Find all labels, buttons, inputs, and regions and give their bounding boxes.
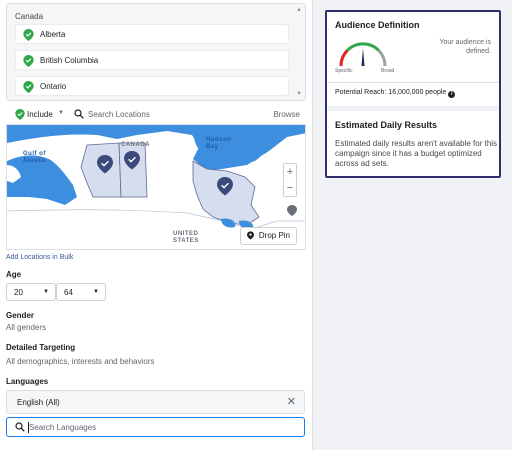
location-list: Canada ▲ Alberta British Columbia Ontari… bbox=[6, 3, 306, 101]
location-item-label: Alberta bbox=[40, 30, 66, 39]
detailed-targeting-label: Detailed Targeting bbox=[6, 343, 76, 352]
search-languages-field[interactable] bbox=[6, 417, 305, 437]
potential-reach-text: Potential Reach: 16,000,000 people bbox=[335, 89, 447, 96]
scroll-down-icon[interactable]: ▼ bbox=[296, 91, 302, 97]
caret-down-icon: ▼ bbox=[43, 289, 49, 295]
audience-definition-title: Audience Definition bbox=[335, 20, 420, 30]
map-label-gulf-of-alaska: Gulf of Alaska bbox=[23, 151, 46, 164]
map-label-hudson-bay: Hudson Bay bbox=[206, 137, 232, 150]
estimated-results-text: Estimated daily results aren't available… bbox=[335, 139, 498, 168]
gauge-label-specific: Specific bbox=[335, 68, 353, 74]
age-max-value: 64 bbox=[64, 288, 73, 297]
map-zoom-control: + − bbox=[283, 163, 297, 197]
search-locations-input[interactable]: Search Locations bbox=[88, 110, 150, 119]
location-pin-icon bbox=[15, 109, 25, 120]
detailed-targeting-value[interactable]: All demographics, interests and behavior… bbox=[6, 357, 155, 366]
gender-value[interactable]: All genders bbox=[6, 323, 46, 332]
location-search-row: Include ▼ Search Locations Browse bbox=[6, 104, 306, 124]
browse-button[interactable]: Browse bbox=[273, 110, 300, 119]
map-label-canada: CANADA bbox=[121, 142, 150, 148]
location-item-label: British Columbia bbox=[40, 56, 99, 65]
location-item-ontario[interactable]: Ontario bbox=[15, 76, 289, 96]
age-label: Age bbox=[6, 270, 22, 279]
summary-panel: Audience Definition Specific Broad Your … bbox=[312, 0, 512, 450]
age-min-value: 20 bbox=[14, 288, 23, 297]
age-max-select[interactable]: 64 ▼ bbox=[56, 283, 106, 301]
location-map[interactable]: Hudson Bay CANADA Gulf of Alaska UNITED … bbox=[6, 124, 306, 250]
selected-language: English (All) ✕ bbox=[6, 390, 305, 414]
location-pin-icon bbox=[23, 55, 34, 67]
search-icon bbox=[15, 422, 25, 432]
close-icon[interactable]: ✕ bbox=[287, 395, 296, 408]
include-dropdown[interactable]: Include bbox=[27, 110, 53, 119]
info-icon[interactable]: i bbox=[448, 91, 456, 98]
search-icon bbox=[74, 109, 84, 119]
country-label: Canada bbox=[15, 12, 44, 21]
estimated-results-title: Estimated Daily Results bbox=[335, 120, 438, 130]
map-label-united-states: UNITED STATES bbox=[173, 231, 199, 244]
search-languages-input[interactable] bbox=[29, 421, 289, 434]
audience-message: Your audience is defined. bbox=[439, 39, 491, 55]
location-item-label: Ontario bbox=[40, 82, 67, 91]
age-min-select[interactable]: 20 ▼ bbox=[6, 283, 56, 301]
gauge-label-broad: Broad bbox=[381, 68, 395, 74]
divider bbox=[327, 82, 499, 83]
location-pin-icon bbox=[23, 81, 34, 93]
drop-pin-label: Drop Pin bbox=[258, 231, 290, 240]
gender-label: Gender bbox=[6, 311, 35, 320]
add-locations-bulk-link[interactable]: Add Locations in Bulk bbox=[6, 254, 73, 261]
caret-down-icon[interactable]: ▼ bbox=[58, 110, 64, 116]
potential-reach: Potential Reach: 16,000,000 people i bbox=[335, 89, 456, 98]
audience-gauge bbox=[339, 42, 387, 67]
zoom-in-button[interactable]: + bbox=[284, 164, 296, 180]
location-pin-icon bbox=[23, 29, 34, 41]
selected-language-label: English (All) bbox=[17, 398, 60, 407]
location-item-british-columbia[interactable]: British Columbia bbox=[15, 50, 289, 70]
caret-down-icon: ▼ bbox=[93, 289, 99, 295]
scroll-up-icon[interactable]: ▲ bbox=[296, 7, 302, 13]
zoom-out-button[interactable]: − bbox=[284, 180, 296, 196]
audience-definition-card: Audience Definition Specific Broad Your … bbox=[325, 10, 501, 178]
location-pin-icon bbox=[246, 231, 254, 240]
section-divider bbox=[327, 106, 499, 111]
location-item-alberta[interactable]: Alberta bbox=[15, 24, 289, 44]
languages-label: Languages bbox=[6, 377, 49, 386]
drop-pin-button[interactable]: Drop Pin bbox=[239, 227, 297, 245]
targeting-panel: Canada ▲ Alberta British Columbia Ontari… bbox=[0, 0, 312, 450]
